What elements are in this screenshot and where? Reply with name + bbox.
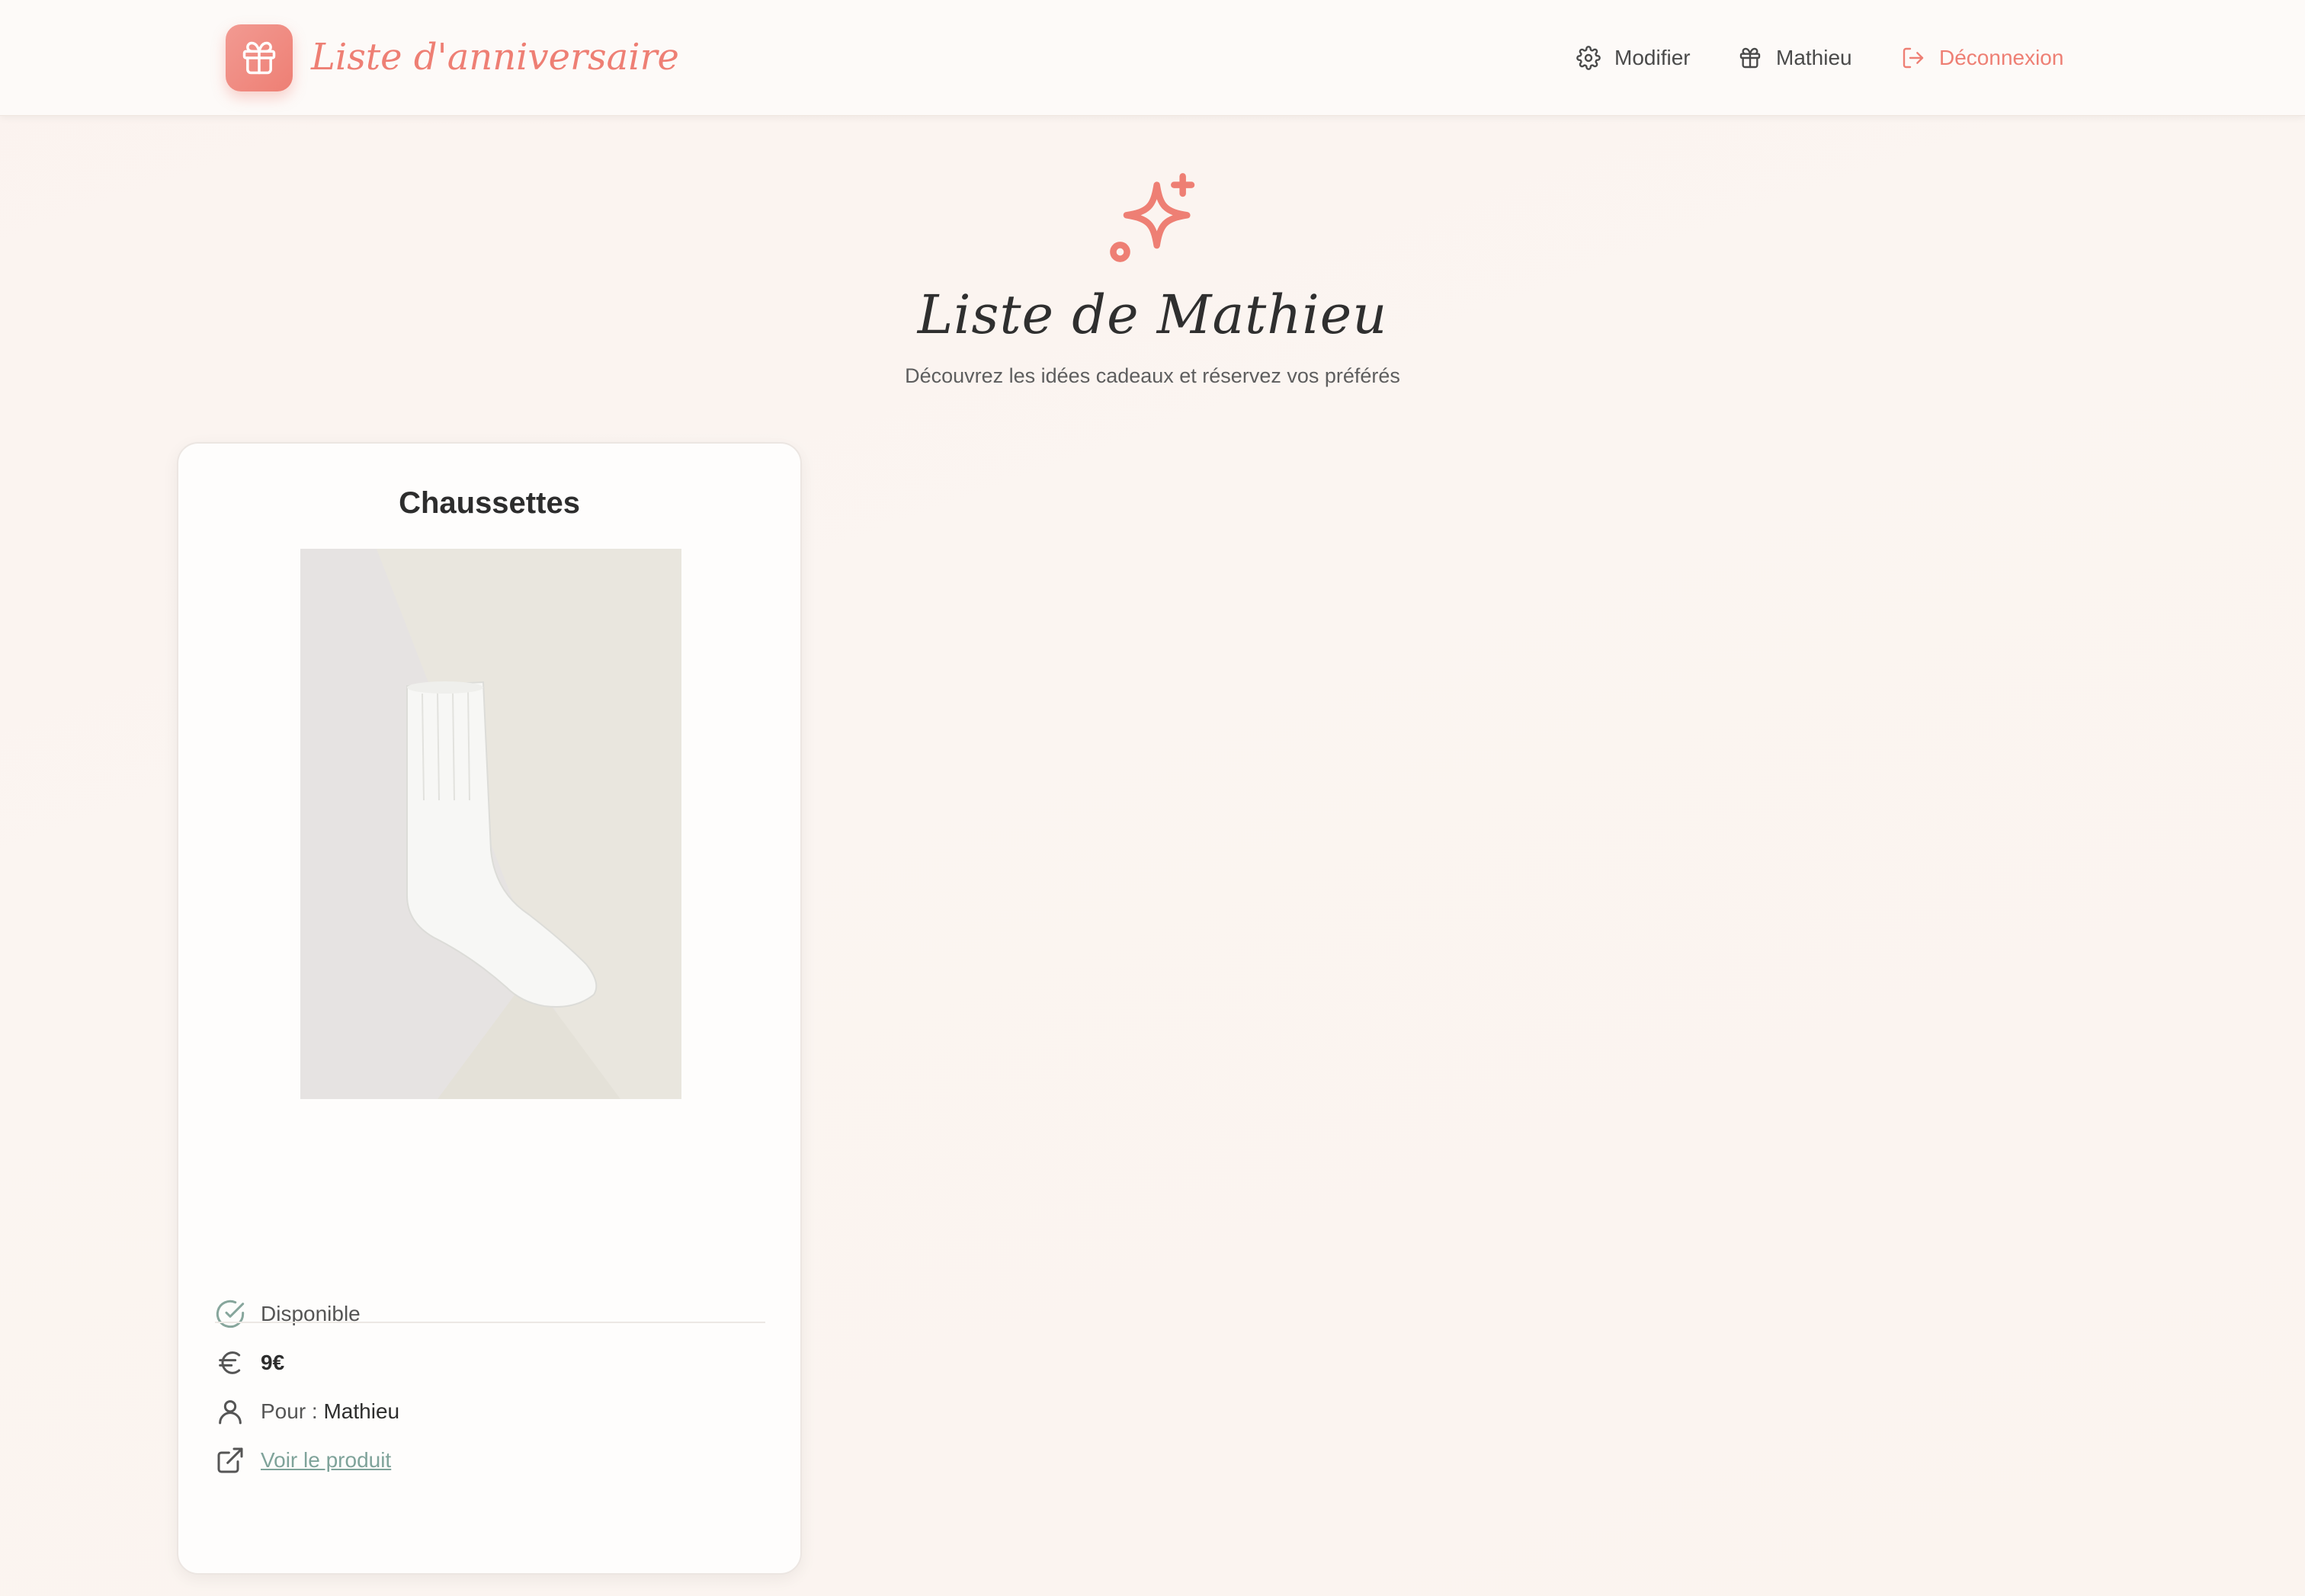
product-link-row[interactable]: Voir le produit	[215, 1442, 391, 1479]
recipient-name: Mathieu	[323, 1399, 400, 1423]
gift-icon	[1739, 47, 1761, 69]
nav-logout-label: Déconnexion	[1939, 46, 2064, 69]
nav-user-label: Mathieu	[1776, 46, 1852, 69]
nav-user[interactable]: Mathieu	[1738, 38, 1852, 78]
gift-icon	[242, 41, 276, 75]
check-circle-icon	[216, 1300, 245, 1328]
app-title[interactable]: Liste d'anniversaire	[311, 30, 679, 84]
gift-card: Chaussettes Disponible 9€ Pour: Mathieu…	[177, 442, 802, 1575]
page-title: Liste de Mathieu	[917, 284, 1388, 346]
price-value: 9€	[261, 1351, 285, 1374]
external-link-icon	[217, 1447, 243, 1473]
view-product-link[interactable]: Voir le produit	[261, 1448, 391, 1473]
sparkle-icon	[1110, 173, 1195, 262]
logout-icon	[1903, 47, 1924, 69]
price-row: 9€	[215, 1344, 284, 1381]
nav-edit-label: Modifier	[1614, 46, 1691, 69]
nav-logout[interactable]: Déconnexion	[1901, 38, 2063, 78]
divider	[215, 1322, 765, 1323]
status-row: Disponible	[215, 1296, 361, 1332]
product-image-socks[interactable]	[300, 549, 681, 1099]
card-title: Chaussettes	[399, 486, 580, 520]
user-icon	[219, 1400, 242, 1425]
for-label: Pour :	[261, 1399, 324, 1423]
gear-icon	[1576, 46, 1601, 70]
page-subtitle: Découvrez les idées cadeaux et réservez …	[905, 364, 1400, 387]
recipient-row: Pour : Mathieu	[215, 1393, 399, 1430]
app-logo[interactable]	[226, 24, 293, 91]
top-header: Liste d'anniversaire Modifier Mathieu Dé…	[0, 0, 2305, 116]
nav-edit[interactable]: Modifier	[1576, 38, 1691, 78]
euro-icon	[219, 1351, 241, 1374]
